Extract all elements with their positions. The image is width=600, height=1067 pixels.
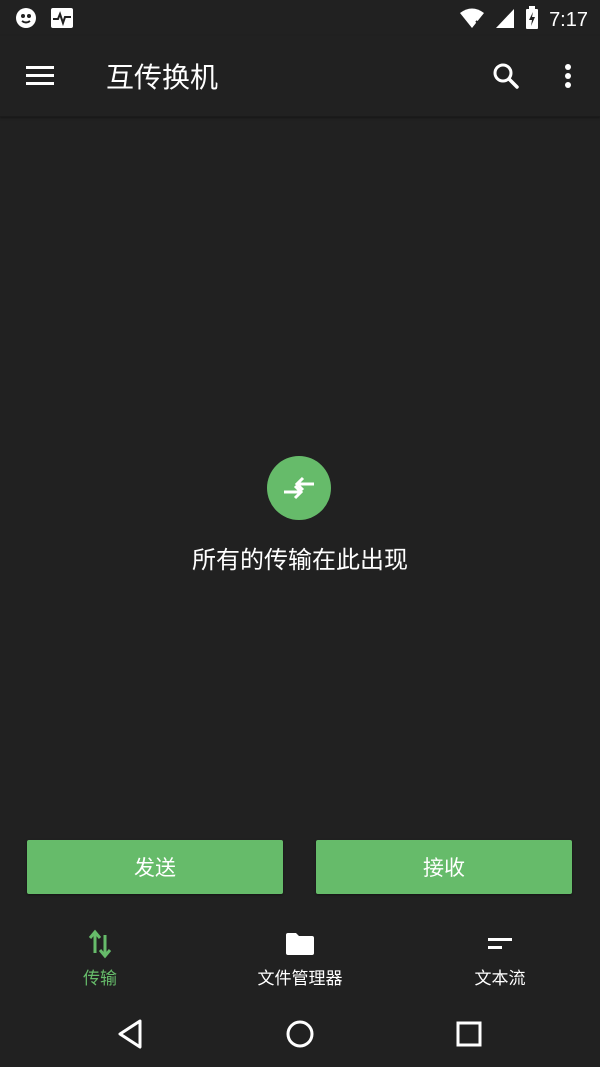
folder-icon [284,928,316,960]
wifi-icon [459,7,485,33]
transfer-icon [87,928,113,960]
status-time: 7:17 [549,8,588,31]
system-navigation-bar [0,1000,600,1067]
more-vert-icon [565,64,571,88]
app-toolbar: 互传换机 [0,36,600,117]
search-button[interactable] [490,60,522,92]
empty-state-transfer-icon [267,456,331,520]
nav-item-text-stream[interactable]: 文本流 [400,922,600,1000]
home-button[interactable] [282,1016,318,1052]
nav-label-file-manager: 文件管理器 [257,969,343,989]
recents-square-icon [456,1021,482,1047]
back-triangle-icon [118,1019,142,1049]
signal-icon [495,7,515,33]
nav-item-transfer[interactable]: 传输 [0,922,200,1000]
nav-label-text-stream: 文本流 [474,969,526,989]
receive-button[interactable]: 接收 [316,840,572,894]
text-stream-icon [486,928,514,960]
app-notification-icon [14,6,38,34]
status-bar: 7:17 [0,0,600,36]
send-button[interactable]: 发送 [27,840,283,894]
nav-item-file-manager[interactable]: 文件管理器 [200,922,400,1000]
hamburger-menu-icon [26,66,54,85]
more-options-button[interactable] [556,60,580,92]
bottom-navigation: 传输 文件管理器 文本流 [0,922,600,1000]
recents-button[interactable] [451,1016,487,1052]
menu-button[interactable] [24,62,56,90]
home-circle-icon [286,1020,314,1048]
back-button[interactable] [112,1016,148,1052]
search-icon [493,63,519,89]
page-title: 互传换机 [106,61,219,94]
battery-icon [525,6,539,34]
pulse-icon [50,6,74,34]
nav-label-transfer: 传输 [83,969,117,989]
empty-state-message: 所有的传输在此出现 [192,546,408,574]
